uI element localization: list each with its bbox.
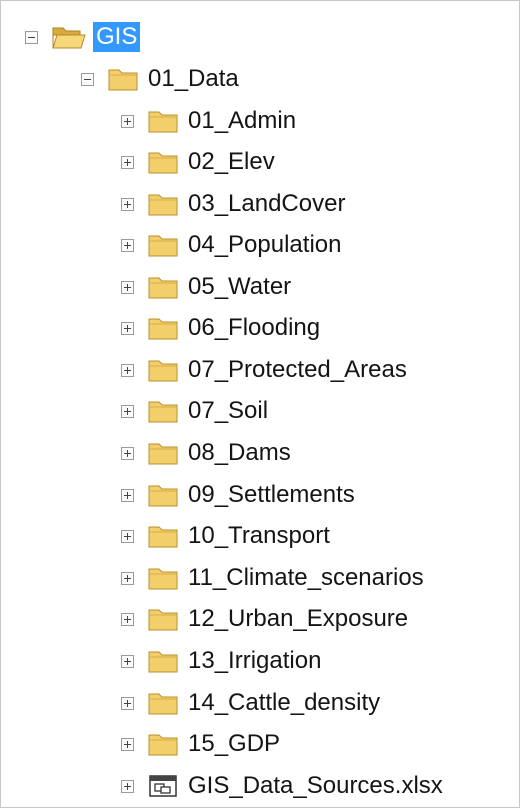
tree-node-folder[interactable]: 09_Settlements: [121, 475, 355, 515]
tree-node-label: 03_LandCover: [188, 190, 346, 217]
folder-icon: [148, 111, 178, 133]
folder-icon: [148, 526, 178, 548]
expand-toggle-icon[interactable]: [121, 155, 134, 169]
tree-node-label: 14_Cattle_density: [188, 689, 381, 716]
tree-node-label: 15_GDP: [188, 730, 281, 757]
collapse-toggle-icon[interactable]: [25, 30, 38, 44]
expand-toggle-icon[interactable]: [121, 737, 134, 751]
folder-icon: [148, 401, 178, 423]
expand-toggle-icon[interactable]: [121, 654, 134, 668]
tree-node-label: 07_Protected_Areas: [188, 356, 407, 383]
folder-icon: [148, 609, 178, 631]
tree-node-label: 07_Soil: [188, 397, 269, 424]
tree-node-folder[interactable]: 07_Soil: [121, 391, 268, 431]
tree-node-01-data[interactable]: 01_Data: [81, 59, 239, 99]
catalog-tree-panel: GIS 01_Data 01_Admin 02_Elev 03_LandCove…: [0, 0, 520, 808]
tree-node-label: GIS: [93, 22, 141, 52]
expand-toggle-icon[interactable]: [121, 779, 134, 793]
open-folder-icon: [52, 27, 86, 49]
expand-toggle-icon[interactable]: [121, 612, 134, 626]
folder-icon: [148, 651, 178, 673]
tree-node-folder[interactable]: 15_GDP: [121, 724, 280, 764]
tree-node-label: 12_Urban_Exposure: [188, 605, 409, 632]
folder-icon: [148, 194, 178, 216]
tree-node-label: GIS_Data_Sources.xlsx: [188, 772, 443, 799]
tree-node-folder[interactable]: 04_Population: [121, 225, 341, 265]
tree-node-folder[interactable]: 08_Dams: [121, 433, 291, 473]
expand-toggle-icon[interactable]: [121, 114, 134, 128]
tree-node-label: 09_Settlements: [188, 481, 355, 508]
tree-node-label: 10_Transport: [188, 522, 330, 549]
expand-toggle-icon[interactable]: [121, 404, 134, 418]
tree-node-label: 01_Data: [148, 65, 239, 92]
tree-node-label: 11_Climate_scenarios: [188, 564, 424, 591]
tree-node-label: 01_Admin: [188, 107, 297, 134]
expand-toggle-icon[interactable]: [121, 321, 134, 335]
tree-node-folder[interactable]: 01_Admin: [121, 101, 296, 141]
collapse-toggle-icon[interactable]: [81, 72, 94, 86]
tree-node-folder[interactable]: 07_Protected_Areas: [121, 350, 407, 390]
tree-node-spreadsheet[interactable]: GIS_Data_Sources.xlsx: [121, 766, 443, 806]
expand-toggle-icon[interactable]: [121, 696, 134, 710]
folder-icon: [148, 443, 178, 465]
folder-icon: [108, 69, 138, 91]
folder-icon: [148, 568, 178, 590]
tree-node-label: 04_Population: [188, 231, 342, 258]
tree-node-label: 02_Elev: [188, 148, 275, 175]
folder-icon: [148, 360, 178, 382]
folder-icon: [148, 318, 178, 340]
tree-node-folder[interactable]: 02_Elev: [121, 142, 275, 182]
expand-toggle-icon[interactable]: [121, 529, 134, 543]
spreadsheet-icon: [149, 775, 177, 797]
tree-node-folder[interactable]: 12_Urban_Exposure: [121, 599, 408, 639]
tree-node-label: 08_Dams: [188, 439, 291, 466]
tree-node-folder[interactable]: 03_LandCover: [121, 184, 345, 224]
folder-icon: [148, 235, 178, 257]
tree-node-label: 06_Flooding: [188, 314, 321, 341]
expand-toggle-icon[interactable]: [121, 571, 134, 585]
tree-node-folder[interactable]: 06_Flooding: [121, 308, 320, 348]
expand-toggle-icon[interactable]: [121, 363, 134, 377]
expand-toggle-icon[interactable]: [121, 446, 134, 460]
tree-node-folder[interactable]: 10_Transport: [121, 516, 330, 556]
tree-node-folder[interactable]: 14_Cattle_density: [121, 683, 380, 723]
folder-icon: [148, 734, 178, 756]
expand-toggle-icon[interactable]: [121, 488, 134, 502]
tree-node-folder[interactable]: 13_Irrigation: [121, 641, 321, 681]
tree-node-label: 05_Water: [188, 273, 292, 300]
expand-toggle-icon[interactable]: [121, 280, 134, 294]
folder-icon: [148, 485, 178, 507]
tree-node-gis[interactable]: GIS: [25, 17, 141, 57]
folder-icon: [148, 152, 178, 174]
folder-icon: [148, 693, 178, 715]
expand-toggle-icon[interactable]: [121, 238, 134, 252]
tree-node-folder[interactable]: 05_Water: [121, 267, 291, 307]
folder-icon: [148, 277, 178, 299]
expand-toggle-icon[interactable]: [121, 197, 134, 211]
tree-node-folder[interactable]: 11_Climate_scenarios: [121, 558, 424, 598]
tree-node-label: 13_Irrigation: [188, 647, 322, 674]
